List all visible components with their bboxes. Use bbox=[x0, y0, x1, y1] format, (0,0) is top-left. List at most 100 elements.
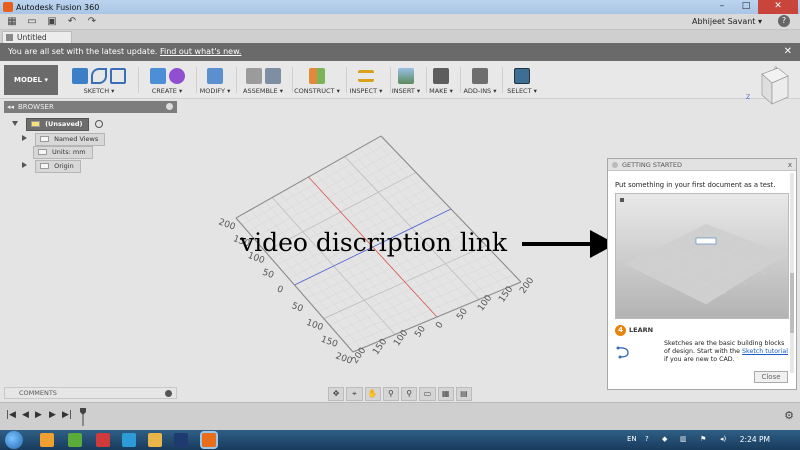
make-label: MAKE ▾ bbox=[429, 87, 453, 95]
insert-label: INSERT ▾ bbox=[391, 87, 421, 95]
look-at-icon[interactable]: ⌖ bbox=[346, 387, 363, 401]
measure-icon[interactable] bbox=[358, 70, 374, 82]
data-panel-grid-icon[interactable]: ▦ bbox=[4, 15, 20, 29]
fit-icon[interactable]: ⚲ bbox=[401, 387, 418, 401]
comments-panel-header[interactable]: COMMENTS bbox=[4, 387, 177, 399]
timeline-bar: |◀ ◀ ▶ ▶ ▶| ⚙ bbox=[0, 402, 800, 430]
insert-image-icon[interactable] bbox=[398, 68, 414, 84]
select-group[interactable]: SELECT ▾ bbox=[504, 65, 540, 97]
window-title-bar: Autodesk Fusion 360 – □ ✕ bbox=[0, 0, 800, 14]
timeline-next-button[interactable]: ▶ bbox=[49, 410, 56, 420]
taskbar-network-app-icon[interactable] bbox=[122, 433, 136, 447]
maximize-button[interactable]: □ bbox=[734, 0, 758, 14]
redo-icon[interactable]: ↷ bbox=[84, 15, 100, 29]
language-indicator[interactable]: EN bbox=[627, 435, 637, 443]
tray-app-icon[interactable]: ◆ bbox=[662, 435, 667, 443]
photoshop-icon[interactable] bbox=[174, 433, 188, 447]
modify-group[interactable]: MODIFY ▾ bbox=[198, 65, 232, 97]
getting-started-close-button[interactable]: Close bbox=[754, 371, 788, 383]
grid-label-bottom: 150 bbox=[497, 284, 515, 304]
getting-started-title: GETTING STARTED bbox=[622, 161, 683, 169]
tab-untitled[interactable]: Untitled bbox=[2, 31, 72, 43]
extrude-icon[interactable] bbox=[149, 68, 166, 84]
taskbar-folder-icon[interactable] bbox=[148, 433, 162, 447]
rectangle-icon[interactable] bbox=[110, 68, 126, 84]
save-icon[interactable]: ▣ bbox=[44, 15, 60, 29]
new-component-icon[interactable] bbox=[245, 68, 262, 84]
make-group[interactable]: MAKE ▾ bbox=[426, 65, 456, 97]
navigation-bar: ✥ ⌖ ✋ ⚲ ⚲ ▭ ▦ ▤ bbox=[328, 387, 472, 401]
panel-icon bbox=[612, 162, 618, 168]
comments-title: COMMENTS bbox=[19, 389, 57, 397]
help-tray-icon[interactable]: ? bbox=[645, 435, 649, 443]
sketch-group[interactable]: SKETCH ▾ bbox=[64, 65, 134, 97]
construct-group[interactable]: CONSTRUCT ▾ bbox=[292, 65, 342, 97]
panel-close-icon[interactable]: x bbox=[788, 159, 792, 171]
grid-label-bottom: 0 bbox=[434, 320, 446, 331]
assemble-group[interactable]: ASSEMBLE ▾ bbox=[238, 65, 288, 97]
panel-scrollbar[interactable] bbox=[790, 173, 794, 373]
close-window-button[interactable]: ✕ bbox=[758, 0, 798, 14]
grid-label-left: 200 bbox=[217, 217, 237, 232]
volume-icon[interactable]: ◂) bbox=[720, 435, 726, 443]
timeline-marker[interactable] bbox=[80, 408, 86, 426]
inspect-group[interactable]: INSPECT ▾ bbox=[346, 65, 386, 97]
learn-description: Sketches are the basic building blocks o… bbox=[664, 340, 790, 364]
taskbar-app-icon[interactable] bbox=[68, 433, 82, 447]
whats-new-link[interactable]: Find out what's new. bbox=[160, 47, 241, 56]
orbit-icon[interactable]: ✥ bbox=[328, 387, 345, 401]
sketch-tutorial-link[interactable]: Sketch tutorial bbox=[742, 348, 788, 355]
timeline-play-button[interactable]: ▶ bbox=[35, 410, 42, 420]
windows-start-button[interactable] bbox=[5, 431, 23, 449]
fusion-360-taskbar-icon[interactable] bbox=[200, 431, 218, 449]
help-icon[interactable]: ? bbox=[778, 15, 790, 27]
getting-started-intro: Put something in your first document as … bbox=[615, 181, 776, 189]
user-account-menu[interactable]: Abhijeet Savant ▾ bbox=[692, 17, 762, 26]
flag-icon[interactable]: ⚑ bbox=[700, 435, 706, 443]
timeline-settings-gear-icon[interactable]: ⚙ bbox=[784, 409, 794, 422]
update-banner: You are all set with the latest update. … bbox=[0, 43, 800, 61]
add-ins-group[interactable]: ADD-INS ▾ bbox=[462, 65, 498, 97]
3d-print-icon[interactable] bbox=[433, 68, 449, 84]
workspace-switcher[interactable]: MODEL ▾ bbox=[4, 65, 58, 95]
assemble-label: ASSEMBLE ▾ bbox=[243, 87, 283, 95]
learn-text-part-2: if you are new to CAD. bbox=[664, 356, 735, 363]
banner-close-icon[interactable]: ✕ bbox=[784, 43, 792, 61]
visual-style-icon[interactable]: ▦ bbox=[437, 387, 454, 401]
fusion-app-icon bbox=[3, 2, 13, 12]
select-cursor-icon[interactable] bbox=[514, 68, 530, 84]
offset-plane-icon[interactable] bbox=[309, 68, 325, 84]
getting-started-panel: GETTING STARTED x Put something in your … bbox=[607, 158, 797, 390]
scripts-icon[interactable] bbox=[472, 68, 488, 84]
construct-label: CONSTRUCT ▾ bbox=[294, 87, 340, 95]
file-menu-icon[interactable]: ▭ bbox=[24, 15, 40, 29]
insert-group[interactable]: INSERT ▾ bbox=[390, 65, 422, 97]
form-sphere-icon[interactable] bbox=[168, 68, 185, 84]
taskbar-flag-app-icon[interactable] bbox=[96, 433, 110, 447]
ribbon-toolbar: MODEL ▾ SKETCH ▾ CREATE ▾ MODIFY ▾ ASSEM… bbox=[0, 61, 800, 99]
comments-add-icon[interactable] bbox=[165, 390, 172, 397]
minimize-button[interactable]: – bbox=[710, 0, 734, 14]
step-4-badge: 4 bbox=[615, 325, 626, 336]
grid-border bbox=[235, 135, 382, 219]
pan-hand-icon[interactable]: ✋ bbox=[364, 387, 381, 401]
zoom-icon[interactable]: ⚲ bbox=[382, 387, 399, 401]
undo-icon[interactable]: ↶ bbox=[64, 15, 80, 29]
window-title: Autodesk Fusion 360 bbox=[16, 2, 100, 12]
document-icon bbox=[6, 34, 13, 41]
grid-label-bottom: 200 bbox=[350, 346, 368, 366]
joint-icon[interactable] bbox=[264, 68, 281, 84]
file-explorer-icon[interactable] bbox=[40, 433, 54, 447]
line-icon[interactable] bbox=[91, 68, 107, 84]
grid-settings-icon[interactable]: ▤ bbox=[455, 387, 472, 401]
press-pull-icon[interactable] bbox=[207, 68, 223, 84]
timeline-first-button[interactable]: |◀ bbox=[6, 410, 16, 420]
network-icon[interactable]: ▥ bbox=[680, 435, 687, 443]
create-sketch-icon[interactable] bbox=[72, 68, 88, 84]
quick-access-toolbar: ▦ ▭ ▣ ↶ ↷ Abhijeet Savant ▾ ? bbox=[0, 14, 800, 30]
timeline-prev-button[interactable]: ◀ bbox=[22, 410, 29, 420]
timeline-last-button[interactable]: ▶| bbox=[62, 410, 72, 420]
create-group[interactable]: CREATE ▾ bbox=[142, 65, 192, 97]
windows-taskbar: EN ? ◆ ▥ ⚑ ◂) 2:24 PM bbox=[0, 430, 800, 450]
display-settings-icon[interactable]: ▭ bbox=[419, 387, 436, 401]
